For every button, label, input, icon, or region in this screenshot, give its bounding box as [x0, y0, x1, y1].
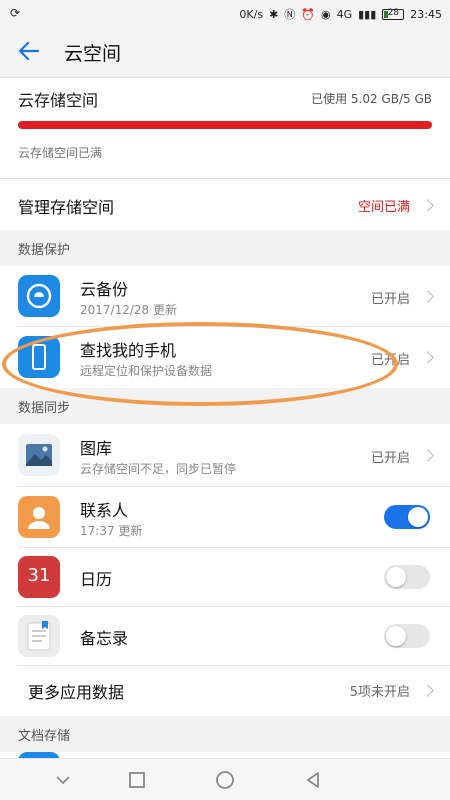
- storage-full-note: 云存储空间已满: [18, 146, 103, 160]
- cloud-backup-status: 已开启: [370, 292, 410, 307]
- signal-label: 4G: [336, 7, 353, 21]
- chevron-right-icon: [421, 290, 434, 303]
- storage-usage-fill: [18, 121, 432, 129]
- sync-icon: ⟳: [10, 6, 21, 20]
- manage-storage-label: 管理存储空间: [18, 198, 115, 217]
- contacts-icon: [18, 496, 60, 538]
- app-bar: 云空间: [0, 26, 450, 78]
- contacts-title: 联系人: [80, 501, 129, 520]
- find-phone-icon: [18, 336, 60, 378]
- alarm-icon: ⏰: [301, 7, 315, 21]
- collapse-nav-icon[interactable]: [52, 769, 74, 791]
- more-app-data-row[interactable]: 更多应用数据 5项未开启: [0, 666, 450, 716]
- chevron-right-icon: [421, 449, 434, 462]
- gallery-subtitle: 云存储空间不足，同步已暂停: [80, 462, 237, 476]
- notes-title: 备忘录: [80, 629, 129, 648]
- contacts-row[interactable]: 联系人 17:37 更新: [0, 487, 450, 547]
- storage-usage-bar: [18, 121, 432, 129]
- storage-used: 已使用 5.02 GB/5 GB: [311, 92, 432, 106]
- manage-storage-row[interactable]: 管理存储空间 空间已满: [0, 178, 450, 230]
- clock: 23:45: [410, 7, 442, 21]
- bluetooth-icon: ✱: [269, 7, 279, 21]
- notes-sync-toggle[interactable]: [384, 624, 430, 648]
- find-phone-title: 查找我的手机: [80, 341, 177, 360]
- chevron-right-icon: [421, 684, 434, 697]
- back-nav-icon[interactable]: [302, 769, 324, 791]
- more-app-data-status: 5项未开启: [349, 685, 410, 700]
- cloud-backup-subtitle: 2017/12/28 更新: [80, 303, 177, 317]
- settings-content[interactable]: 云存储空间 已使用 5.02 GB/5 GB 云存储空间已满 管理存储空间 空间…: [0, 78, 450, 758]
- cloud-backup-icon: [18, 275, 60, 317]
- recents-nav-icon[interactable]: [126, 769, 148, 791]
- navigation-bar: [0, 758, 450, 800]
- gallery-icon: [18, 434, 60, 476]
- calendar-title: 日历: [80, 570, 113, 589]
- battery-level: 28: [387, 7, 400, 18]
- manage-storage-status: 空间已满: [357, 200, 410, 215]
- nfc-icon: Ⓝ: [284, 8, 296, 21]
- find-phone-status: 已开启: [370, 353, 410, 368]
- gallery-row[interactable]: 图库 云存储空间不足，同步已暂停 已开启: [0, 424, 450, 486]
- network-speed: 0K/s: [239, 7, 264, 21]
- notes-row[interactable]: 备忘录: [0, 607, 450, 665]
- cloud-backup-row[interactable]: 云备份 2017/12/28 更新 已开启: [0, 266, 450, 326]
- gallery-title: 图库: [80, 439, 113, 458]
- calendar-sync-toggle[interactable]: [384, 565, 430, 589]
- cloud-backup-title: 云备份: [80, 280, 129, 299]
- signal-icon: ▮▮▮: [358, 7, 377, 21]
- calendar-icon: 31: [18, 556, 60, 598]
- section-data-protection: 数据保护: [0, 230, 450, 266]
- status-bar: ⟳ 0K/s ✱ Ⓝ ⏰ ◉ 4G ▮▮▮ 28 23:45: [0, 0, 450, 26]
- gallery-status: 已开启: [370, 451, 410, 466]
- battery-icon: 28: [382, 7, 405, 20]
- chevron-right-icon: [421, 199, 434, 212]
- contacts-sync-toggle[interactable]: [384, 505, 430, 529]
- notes-icon: [18, 615, 60, 657]
- storage-title: 云存储空间: [18, 91, 99, 110]
- page-title: 云空间: [64, 43, 122, 65]
- chevron-right-icon: [421, 351, 434, 364]
- back-arrow-icon[interactable]: [16, 38, 42, 64]
- find-phone-subtitle: 远程定位和保护设备数据: [80, 364, 213, 378]
- contacts-subtitle: 17:37 更新: [80, 524, 143, 538]
- find-phone-row[interactable]: 查找我的手机 远程定位和保护设备数据 已开启: [0, 327, 450, 387]
- home-nav-icon[interactable]: [214, 769, 236, 791]
- section-data-sync: 数据同步: [0, 388, 450, 424]
- more-app-data-label: 更多应用数据: [28, 683, 125, 702]
- section-doc-storage: 文档存储: [0, 716, 450, 752]
- eye-icon: ◉: [320, 7, 331, 21]
- calendar-row[interactable]: 31 日历: [0, 548, 450, 606]
